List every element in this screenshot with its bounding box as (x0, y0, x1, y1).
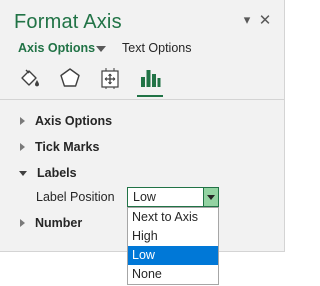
section-label: Axis Options (35, 114, 113, 128)
tab-text-options[interactable]: Text Options (122, 41, 191, 55)
axis-options-dropdown-icon[interactable] (96, 46, 106, 52)
task-pane-options-button[interactable]: ▾ (240, 12, 254, 27)
label-position-select[interactable]: Low (127, 187, 219, 207)
effects-tab[interactable] (57, 65, 83, 91)
tab-axis-options[interactable]: Axis Options (18, 41, 95, 55)
chevron-down-icon: ▾ (243, 12, 251, 27)
expand-icon (20, 117, 25, 125)
dropdown-option-next-to-axis[interactable]: Next to Axis (128, 208, 218, 227)
pane-title: Format Axis (14, 11, 122, 33)
size-properties-tab[interactable] (97, 65, 123, 91)
section-tick-marks[interactable]: Tick Marks (20, 138, 99, 156)
dropdown-option-high[interactable]: High (128, 227, 218, 246)
close-button[interactable]: ✕ (258, 12, 272, 29)
expand-icon (20, 219, 25, 227)
section-axis-options[interactable]: Axis Options (20, 112, 112, 130)
axis-options-icon (141, 70, 161, 87)
label-position-value: Low (133, 190, 156, 204)
section-label: Number (35, 216, 83, 230)
dropdown-option-none[interactable]: None (128, 265, 218, 284)
divider (0, 99, 284, 100)
section-labels[interactable]: Labels (19, 164, 77, 182)
dropdown-arrow-button[interactable] (203, 188, 218, 206)
chevron-down-icon (207, 194, 215, 200)
fill-line-icon (21, 69, 39, 87)
section-label: Labels (37, 166, 77, 180)
fill-line-tab[interactable] (17, 65, 43, 91)
label-position-label: Label Position (36, 190, 115, 204)
expand-icon (20, 143, 25, 151)
effects-icon (60, 68, 80, 87)
size-properties-icon (101, 68, 119, 89)
axis-options-tab[interactable] (137, 65, 163, 97)
collapse-icon (19, 170, 27, 176)
label-position-dropdown-list: Next to Axis High Low None (127, 207, 219, 285)
section-label: Tick Marks (35, 140, 100, 154)
close-icon: ✕ (258, 12, 272, 29)
section-number[interactable]: Number (20, 214, 82, 232)
dropdown-option-low[interactable]: Low (128, 246, 218, 265)
